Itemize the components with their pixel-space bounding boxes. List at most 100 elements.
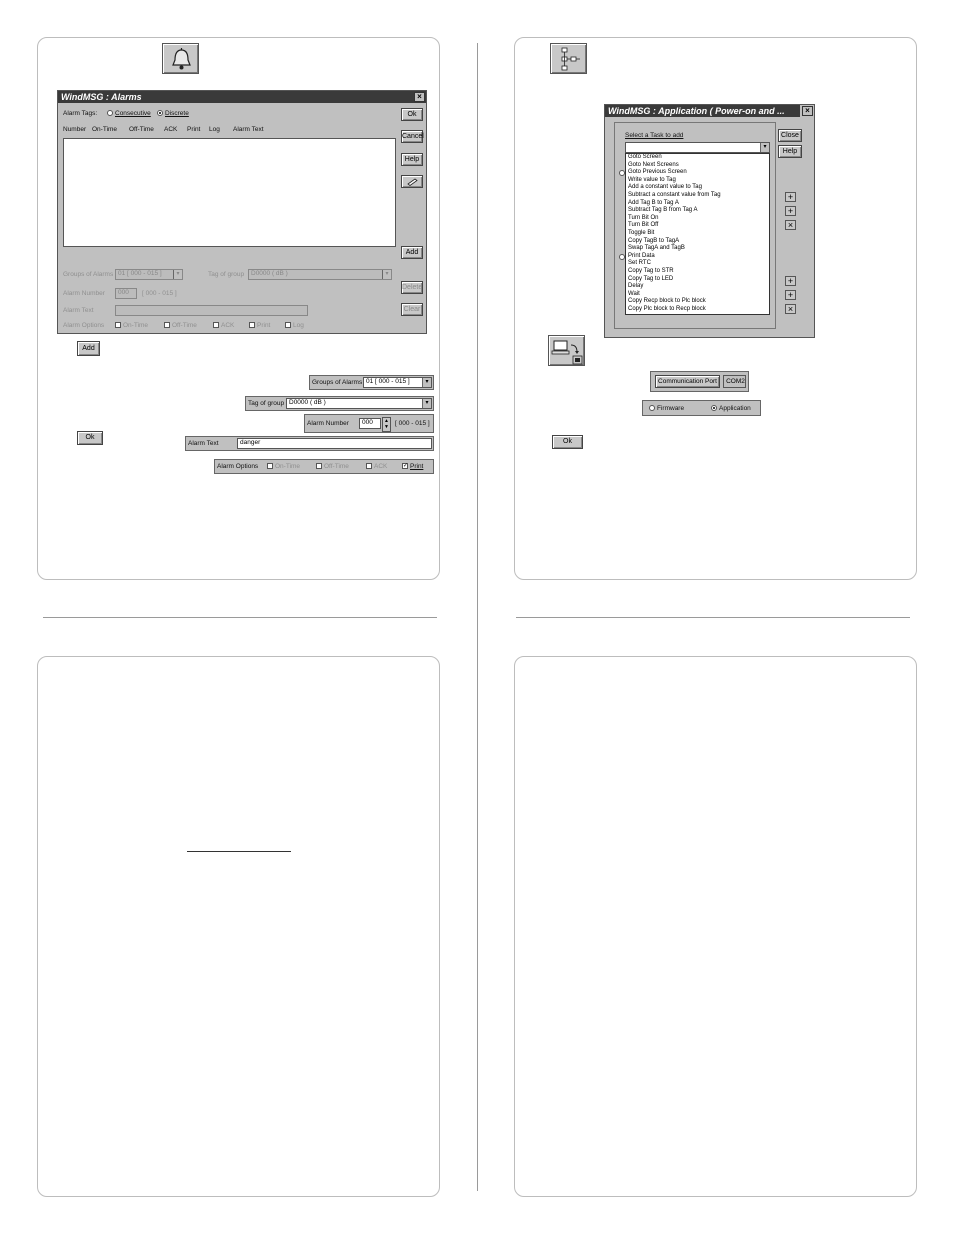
task-option[interactable]: Copy TagB to TagA — [626, 238, 769, 246]
alarms-close-button[interactable]: × — [414, 92, 425, 102]
column-print: Print — [187, 126, 201, 133]
task-option[interactable]: Swap TagA and TagB — [626, 245, 769, 253]
alarms-dialog-title: WindMSG : Alarms — [58, 91, 426, 103]
column-alarm-text: Alarm Text — [233, 126, 264, 133]
task-option[interactable]: Delay — [626, 283, 769, 291]
option-on-time[interactable]: On-Time — [267, 463, 300, 470]
move-up-button-2[interactable]: + — [785, 276, 796, 286]
task-option[interactable]: Write value to Tag — [626, 177, 769, 185]
tag-combo[interactable]: D0000 ( dB ) ▾ — [286, 398, 432, 409]
task-option[interactable]: Turn Bit On — [626, 215, 769, 223]
groups-combo[interactable]: 01 [ 000 - 015 ] ▾ — [363, 377, 432, 388]
detail-ok-button[interactable]: Ok — [77, 431, 103, 445]
number-spinner[interactable]: ▲ ▼ — [382, 417, 391, 432]
move-down-button-2[interactable]: + — [785, 290, 796, 300]
number-field[interactable]: 000 — [359, 418, 381, 429]
task-combo[interactable]: ▾ — [625, 142, 770, 153]
disabled-option-log: Log — [285, 322, 304, 329]
options-row: Alarm Options On-Time Off-Time ACK ✓ Prin… — [214, 459, 434, 474]
number-range: [ 000 - 015 ] — [395, 420, 430, 427]
firmware-option[interactable]: Firmware — [649, 405, 684, 412]
task-option[interactable]: Copy Recp block to Plc block — [626, 298, 769, 306]
column-ack: ACK — [164, 126, 178, 133]
disabled-number-label: Alarm Number — [63, 290, 105, 297]
add-button[interactable]: Add — [401, 246, 423, 259]
remove-button-1[interactable]: × — [785, 220, 796, 230]
application-dialog-title: WindMSG : Application ( Power-on and ... — [605, 105, 800, 117]
target-selector: Firmware Application — [642, 400, 761, 416]
alarm-toolbar-button[interactable] — [162, 43, 199, 74]
edit-button[interactable] — [401, 175, 423, 188]
consecutive-option[interactable]: Consecutive — [107, 110, 151, 117]
option-off-time[interactable]: Off-Time — [316, 463, 349, 470]
task-option[interactable]: Copy Tag to STR — [626, 268, 769, 276]
application-option[interactable]: Application — [711, 405, 751, 412]
help-button-app[interactable]: Help — [778, 145, 802, 158]
disabled-groups-label: Groups of Alarms — [63, 271, 114, 278]
column-number: Number — [63, 126, 87, 133]
task-option[interactable]: Goto Screen — [626, 154, 769, 162]
application-close-button[interactable]: × — [802, 106, 813, 116]
communication-port-button[interactable]: Communication Port — [655, 375, 720, 388]
cancel-button[interactable]: Cancel — [401, 130, 424, 143]
disabled-text-field — [115, 305, 308, 316]
groups-row: Groups of Alarms 01 [ 000 - 015 ] ▾ — [309, 375, 434, 390]
bell-icon — [172, 48, 191, 70]
disabled-tag-label: Tag of group — [208, 271, 245, 278]
help-button[interactable]: Help — [401, 153, 423, 166]
disabled-options-label: Alarm Options — [63, 322, 105, 329]
disabled-option-off-time: Off-Time — [164, 322, 197, 329]
disabled-groups-combo: 01 [ 000 - 015 ] ▾ — [115, 269, 183, 280]
task-option[interactable]: Copy Tag to LED — [626, 276, 769, 284]
tasks-toolbar-button[interactable] — [550, 43, 587, 74]
download-toolbar-button[interactable] — [548, 335, 585, 366]
clear-button[interactable]: Clear — [401, 303, 423, 316]
task-option[interactable]: Subtract a constant value from Tag — [626, 192, 769, 200]
number-row: Alarm Number 000 ▲ ▼ [ 000 - 015 ] — [304, 414, 434, 433]
task-option[interactable]: Turn Bit Off — [626, 222, 769, 230]
text-row: Alarm Text danger — [185, 436, 434, 451]
pc-download-icon — [551, 340, 583, 365]
task-option[interactable]: Add Tag B to Tag A — [626, 200, 769, 208]
task-option[interactable]: Copy Plc block to Recp block — [626, 306, 769, 314]
move-up-button-1[interactable]: + — [785, 192, 796, 202]
task-option[interactable]: Goto Previous Screen — [626, 169, 769, 177]
task-option[interactable]: Print Data — [626, 253, 769, 261]
panel-bottom-right — [514, 656, 917, 1197]
disabled-option-ack: ACK — [213, 322, 234, 329]
comm-ok-button[interactable]: Ok — [552, 435, 583, 449]
com-port-field[interactable]: COM2 — [723, 375, 746, 388]
column-on-time: On-Time — [92, 126, 118, 133]
task-dropdown-list[interactable]: Goto Screen Goto Next Screens Goto Previou… — [625, 153, 770, 315]
task-option[interactable]: Set RTC — [626, 260, 769, 268]
alarms-dialog: WindMSG : Alarms × Alarm Tags: Consecuti… — [57, 90, 427, 334]
disabled-tag-combo: D0000 ( dB ) ▾ — [248, 269, 392, 280]
disabled-number-field: 000 — [115, 288, 137, 299]
close-button[interactable]: Close — [778, 129, 802, 142]
column-off-time: Off-Time — [129, 126, 154, 133]
consecutive-radio[interactable] — [107, 110, 113, 117]
delete-button[interactable]: Delete — [401, 281, 423, 294]
remove-button-2[interactable]: × — [785, 304, 796, 314]
detail-add-button[interactable]: Add — [77, 341, 100, 356]
tag-row: Tag of group D0000 ( dB ) ▾ — [245, 396, 434, 411]
discrete-option[interactable]: Discrete — [157, 110, 189, 117]
task-option[interactable]: Subtract Tag B from Tag A — [626, 207, 769, 215]
task-option[interactable]: Toggle Bit — [626, 230, 769, 238]
radio-marker-1 — [619, 170, 627, 177]
text-field[interactable]: danger — [237, 438, 432, 449]
application-dialog: WindMSG : Application ( Power-on and ...… — [604, 104, 815, 338]
communication-row: Communication Port COM2 — [650, 371, 749, 392]
option-ack[interactable]: ACK — [366, 463, 387, 470]
alarms-list[interactable] — [63, 138, 396, 247]
tag-label: Tag of group — [248, 400, 285, 407]
alarm-tags-label: Alarm Tags: — [63, 110, 98, 117]
move-down-button-1[interactable]: + — [785, 206, 796, 216]
task-option[interactable]: Goto Next Screens — [626, 162, 769, 170]
option-print[interactable]: ✓ Print — [402, 463, 423, 470]
task-option[interactable]: Add a constant value to Tag — [626, 184, 769, 192]
task-option[interactable]: Wait — [626, 291, 769, 299]
discrete-radio[interactable] — [157, 110, 163, 117]
text-label: Alarm Text — [188, 440, 219, 447]
ok-button[interactable]: Ok — [401, 108, 423, 121]
